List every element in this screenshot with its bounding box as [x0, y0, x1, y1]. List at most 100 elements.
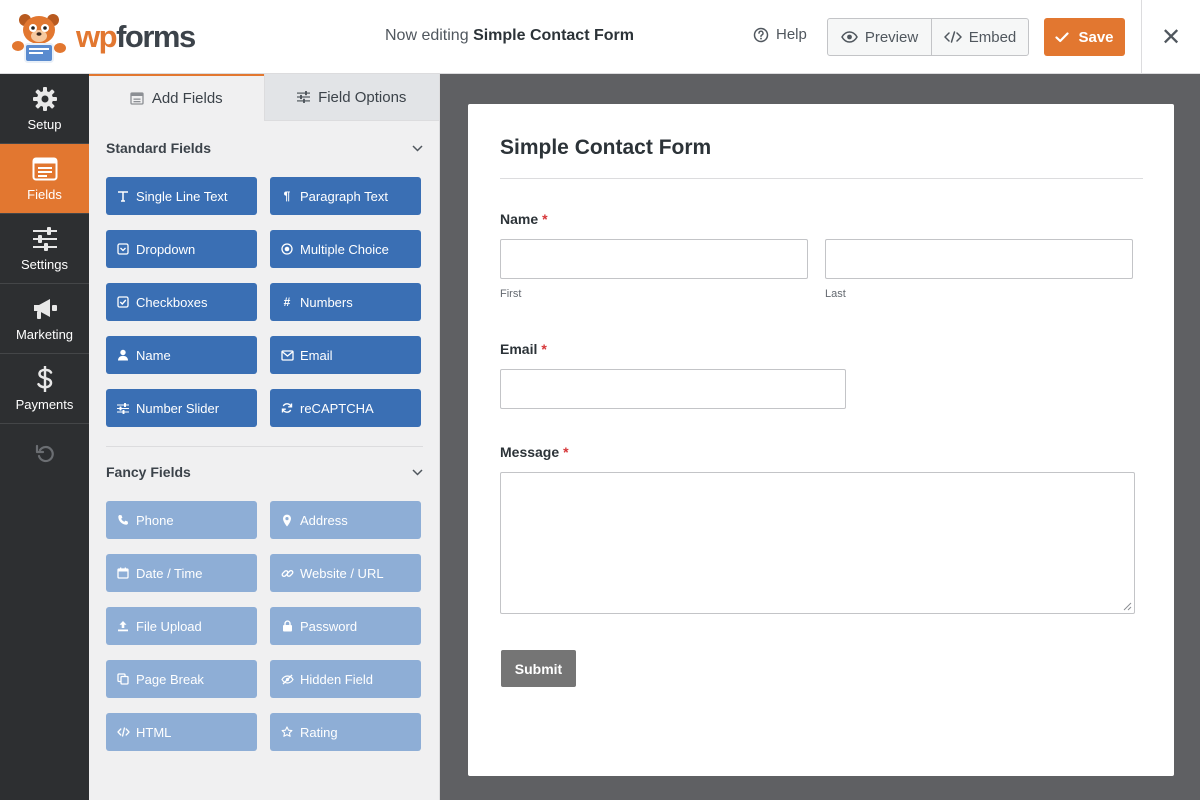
nav-item-payments[interactable]: Payments	[0, 354, 89, 424]
required-mark: *	[541, 341, 547, 357]
field-label: Page Break	[136, 671, 204, 687]
email-input[interactable]	[500, 369, 846, 409]
field-html[interactable]: HTML	[106, 713, 257, 751]
standard-fields-header[interactable]: Standard Fields	[106, 140, 423, 156]
field-single-line-text[interactable]: Single Line Text	[106, 177, 257, 215]
field-rating[interactable]: Rating	[270, 713, 421, 751]
submit-button[interactable]: Submit	[501, 650, 576, 687]
nav-item-fields[interactable]: Fields	[0, 144, 89, 214]
wpforms-logo[interactable]: wpforms	[10, 10, 196, 64]
upload-icon	[116, 619, 130, 633]
fancy-fields-title: Fancy Fields	[106, 464, 191, 480]
field-address[interactable]: Address	[270, 501, 421, 539]
field-label: Numbers	[300, 294, 353, 310]
chevron-down-icon	[412, 468, 423, 476]
logo-text: wpforms	[76, 19, 196, 55]
message-field-label: Message *	[500, 444, 569, 460]
eye-icon	[840, 31, 858, 43]
nav-label-payments: Payments	[15, 397, 74, 412]
checkmark-icon	[1055, 31, 1070, 42]
fields-panel: Add Fields Field Options Standard Fields…	[89, 74, 440, 800]
message-textarea[interactable]	[500, 472, 1135, 614]
checkbox-icon	[116, 295, 130, 309]
dollar-icon	[36, 365, 54, 393]
resize-handle-icon[interactable]	[1123, 602, 1132, 611]
field-checkboxes[interactable]: Checkboxes	[106, 283, 257, 321]
field-label: Checkboxes	[136, 294, 208, 310]
field-label: Website / URL	[300, 565, 384, 581]
first-name-input[interactable]	[500, 239, 808, 279]
field-number-slider[interactable]: Number Slider	[106, 389, 257, 427]
field-multiple-choice[interactable]: Multiple Choice	[270, 230, 421, 268]
help-button[interactable]: Help	[753, 26, 807, 43]
embed-label: Embed	[968, 28, 1017, 46]
user-icon	[116, 348, 130, 362]
email-label-text: Email	[500, 341, 538, 357]
field-label: Date / Time	[136, 565, 203, 581]
phone-icon	[116, 513, 130, 527]
tab-add-fields[interactable]: Add Fields	[89, 74, 264, 121]
field-website-url[interactable]: Website / URL	[270, 554, 421, 592]
last-name-input[interactable]	[825, 239, 1133, 279]
nav-label-fields: Fields	[27, 187, 62, 202]
close-button[interactable]: ✕	[1141, 0, 1200, 74]
editing-prefix: Now editing	[385, 27, 469, 44]
field-phone[interactable]: Phone	[106, 501, 257, 539]
field-page-break[interactable]: Page Break	[106, 660, 257, 698]
field-label: HTML	[136, 724, 172, 740]
form-title: Simple Contact Form	[500, 136, 712, 159]
field-label: File Upload	[136, 618, 202, 634]
fields-icon	[32, 155, 58, 183]
undo-button[interactable]	[0, 424, 89, 482]
panel-tabs: Add Fields Field Options	[89, 74, 439, 121]
required-mark: *	[563, 444, 569, 460]
field-paragraph-text[interactable]: ¶ Paragraph Text	[270, 177, 421, 215]
field-label: Rating	[300, 724, 338, 740]
field-dropdown[interactable]: Dropdown	[106, 230, 257, 268]
now-editing-title: Now editing Simple Contact Form	[385, 27, 634, 45]
field-name[interactable]: Name	[106, 336, 257, 374]
logo-forms: forms	[116, 19, 196, 54]
last-sublabel: Last	[825, 288, 846, 300]
top-bar: wpforms Now editing Simple Contact Form …	[0, 0, 1200, 74]
help-circle-icon	[753, 27, 769, 42]
nav-item-settings[interactable]: Settings	[0, 214, 89, 284]
sliders-icon	[116, 401, 130, 415]
calendar-icon	[116, 566, 130, 580]
paragraph-icon: ¶	[283, 189, 291, 203]
code-icon	[943, 31, 962, 43]
field-email[interactable]: Email	[270, 336, 421, 374]
nav-label-setup: Setup	[27, 117, 62, 132]
section-divider	[106, 446, 423, 447]
form-title-divider	[500, 178, 1143, 179]
list-icon	[130, 92, 144, 105]
field-label: reCAPTCHA	[300, 400, 374, 416]
tab-add-fields-label: Add Fields	[151, 90, 223, 107]
megaphone-icon	[31, 295, 59, 323]
preview-button[interactable]: Preview	[828, 19, 932, 55]
email-field-label: Email *	[500, 341, 547, 357]
field-password[interactable]: Password	[270, 607, 421, 645]
lock-icon	[280, 619, 294, 633]
copy-icon	[116, 672, 130, 686]
field-file-upload[interactable]: File Upload	[106, 607, 257, 645]
logo-wp: wp	[76, 19, 118, 54]
radio-icon	[280, 242, 294, 256]
save-button[interactable]: Save	[1044, 18, 1125, 56]
nav-item-setup[interactable]: Setup	[0, 74, 89, 144]
field-numbers[interactable]: # Numbers	[270, 283, 421, 321]
field-label: Number Slider	[136, 400, 220, 416]
save-label: Save	[1078, 28, 1114, 46]
name-field-label: Name *	[500, 211, 548, 227]
embed-button[interactable]: Embed	[932, 19, 1028, 55]
fancy-fields-header[interactable]: Fancy Fields	[106, 464, 423, 480]
tab-field-options[interactable]: Field Options	[263, 74, 439, 121]
field-recaptcha[interactable]: reCAPTCHA	[270, 389, 421, 427]
code-icon	[116, 725, 130, 739]
field-label: Hidden Field	[300, 671, 373, 687]
field-hidden-field[interactable]: Hidden Field	[270, 660, 421, 698]
field-label: Dropdown	[136, 241, 196, 257]
nav-item-marketing[interactable]: Marketing	[0, 284, 89, 354]
close-icon: ✕	[1160, 23, 1182, 51]
field-date-time[interactable]: Date / Time	[106, 554, 257, 592]
